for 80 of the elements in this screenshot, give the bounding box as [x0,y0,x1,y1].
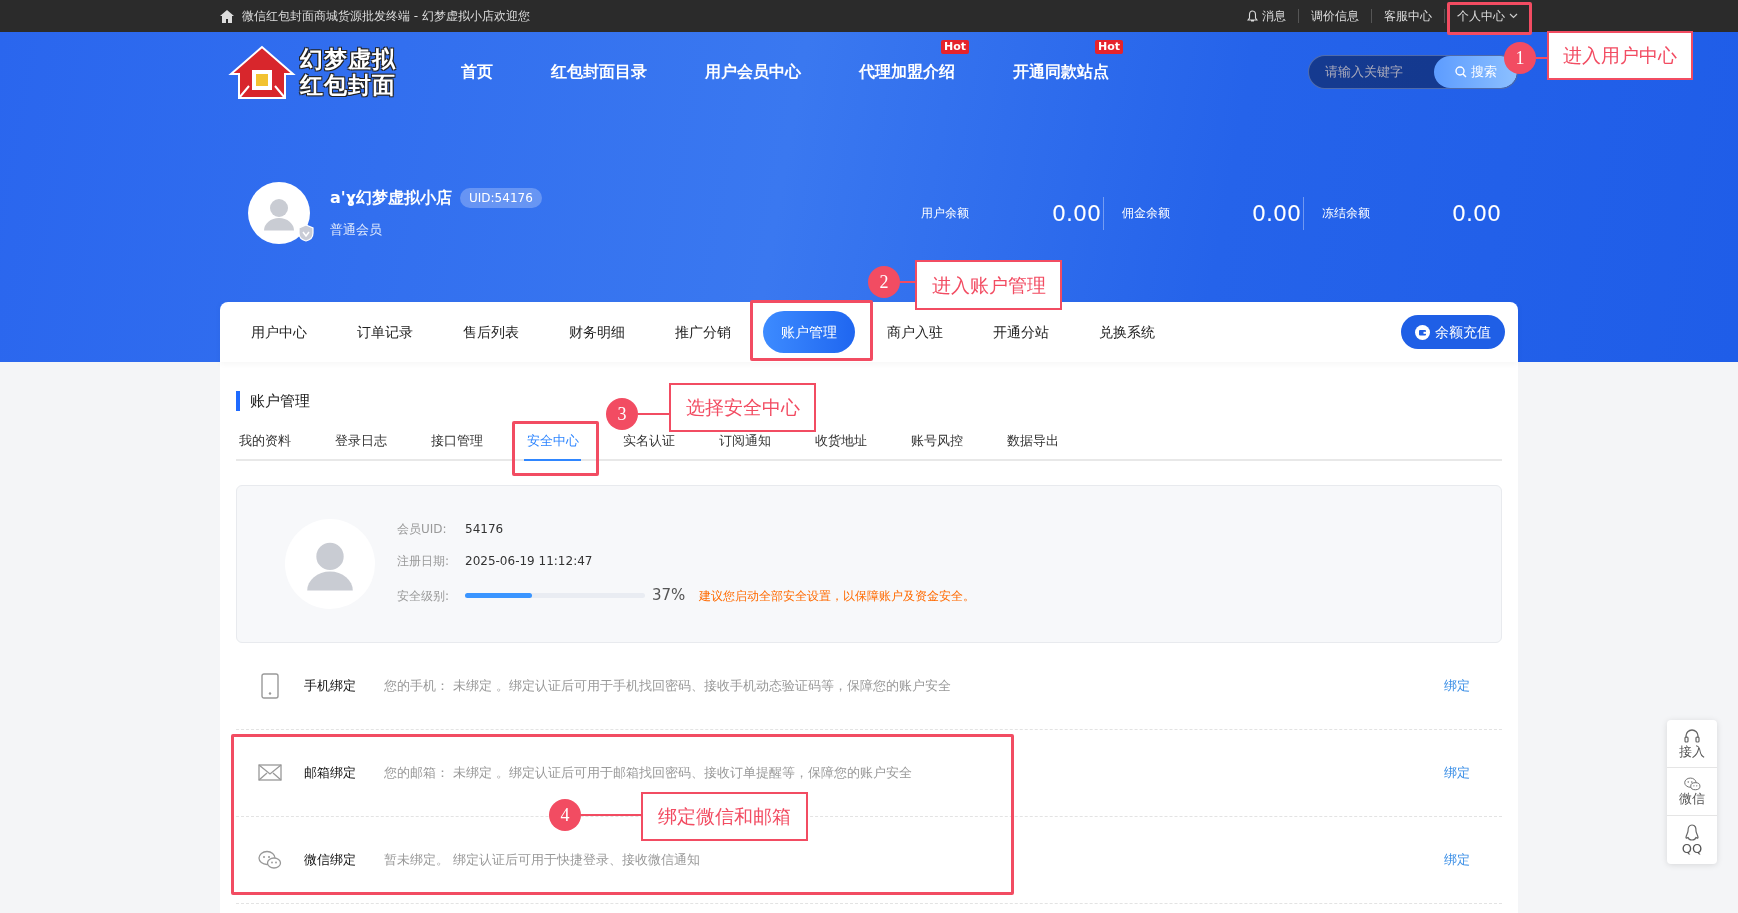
bind-link[interactable]: 绑定 [1444,675,1470,696]
nav-link[interactable]: 用户会员中心 [705,62,801,81]
callout-label: 进入用户中心 [1547,31,1693,80]
sub-tab[interactable]: 数据导出 [1004,431,1061,461]
sub-tab[interactable]: 账号风控 [908,431,965,461]
side-button[interactable]: 微信 [1667,768,1717,816]
chevron-down-icon [1509,13,1518,19]
field-value: 54176 [465,521,504,539]
field-label: 注册日期: [397,553,451,571]
nav-link[interactable]: 代理加盟介绍 [859,62,955,81]
side-button[interactable]: QQ [1667,816,1717,864]
chat-bubbles-icon [258,849,282,870]
sub-tab[interactable]: 订阅通知 [716,431,773,461]
bind-link[interactable]: 绑定 [1444,762,1470,783]
nav-link[interactable]: 开通同款站点 [1013,62,1109,81]
member-level: 普通会员 [330,221,383,240]
field-label: 安全级别: [397,587,451,605]
hot-badge: Hot [1094,40,1123,54]
leader-line [638,413,669,415]
binding-title: 微信绑定 [304,850,357,869]
nav-tab[interactable]: 财务明细 [551,311,643,353]
envelope-icon [258,764,282,781]
nav-tab[interactable]: 商户入驻 [869,311,961,353]
home-icon [220,9,234,23]
sub-tab[interactable]: 收货地址 [812,431,869,461]
nav-tab[interactable]: 推广分销 [657,311,749,353]
callout-label: 绑定微信和邮箱 [641,792,808,841]
binding-description: 您的邮箱： 未绑定 。绑定认证后可用于邮箱找回密码、接收订单提醒等，保障您的账户安全 [384,763,914,782]
balance-value: 0.00 [1052,199,1101,228]
phone-icon [261,672,279,699]
welcome-text: 微信红包封面商城货源批发终端 - 幻梦虚拟小店欢迎您 [242,8,530,25]
sub-tab[interactable]: 接口管理 [428,431,485,461]
binding-title: 手机绑定 [304,676,357,695]
search-icon [1454,66,1467,78]
nav-tab[interactable]: 订单记录 [339,311,431,353]
nav-link[interactable]: 红包封面目录 [551,62,647,81]
wallet-icon [1415,324,1430,340]
top-link[interactable]: 客服中心 [1371,9,1444,23]
balance-label: 冻结余额 [1322,205,1370,222]
nav-tab[interactable]: 账户管理 [763,311,855,353]
nav-tab[interactable]: 用户中心 [233,311,325,353]
balance-value: 0.00 [1252,199,1301,228]
balance-value: 0.00 [1452,199,1501,228]
top-link[interactable]: 调价信息 [1298,9,1371,23]
callout-label: 进入账户管理 [915,260,1062,310]
leader-line [581,814,641,816]
leader-line [900,281,915,283]
logo-text: 幻梦虚拟 [300,46,396,72]
binding-description: 您的手机： 未绑定 。绑定认证后可用于手机找回密码、接收手机动态验证码等，保障您的账户安全 [384,676,953,695]
top-link[interactable]: 个人中心 [1444,9,1518,23]
hot-badge: Hot [940,40,969,54]
bell-icon [1247,10,1258,22]
nav-tab[interactable]: 兑换系统 [1081,311,1173,353]
penguin-icon [1685,824,1699,841]
side-button[interactable]: 接入 [1667,720,1717,768]
percent-text: 37% [652,585,686,607]
house-logo-icon [228,44,296,100]
nav-link[interactable]: 首页 [461,62,493,81]
field-value: 2025-06-19 11:12:47 [465,553,593,571]
uid-badge: UID:54176 [460,188,542,209]
balance-label: 佣金余额 [1122,205,1170,222]
binding-description: 暂未绑定。 绑定认证后可用于快捷登录、接收微信通知 [384,850,702,869]
sub-tab[interactable]: 实名认证 [620,431,677,461]
chat-bubbles-icon [1683,777,1701,791]
advice-text: 建议您启动全部安全设置，以保障账户及资金安全。 [699,587,976,605]
callout-label: 选择安全中心 [669,383,816,432]
field-label: 会员UID: [397,521,448,539]
sub-tab[interactable]: 我的资料 [236,431,293,461]
user-name: a'ɣ幻梦虚拟小店 [330,187,452,210]
sub-tab[interactable]: 登录日志 [332,431,389,461]
binding-title: 邮箱绑定 [304,763,357,782]
nav-tab[interactable]: 开通分站 [975,311,1067,353]
logo-text: 红包封面 [300,72,396,98]
nav-tab[interactable]: 售后列表 [445,311,537,353]
bind-link[interactable]: 绑定 [1444,849,1470,870]
top-link[interactable]: 消息 [1235,9,1298,23]
recharge-button[interactable]: 余额充值 [1401,315,1505,349]
sub-tab[interactable]: 安全中心 [524,431,581,461]
headset-icon [1684,728,1700,744]
balance-label: 用户余额 [921,205,969,222]
